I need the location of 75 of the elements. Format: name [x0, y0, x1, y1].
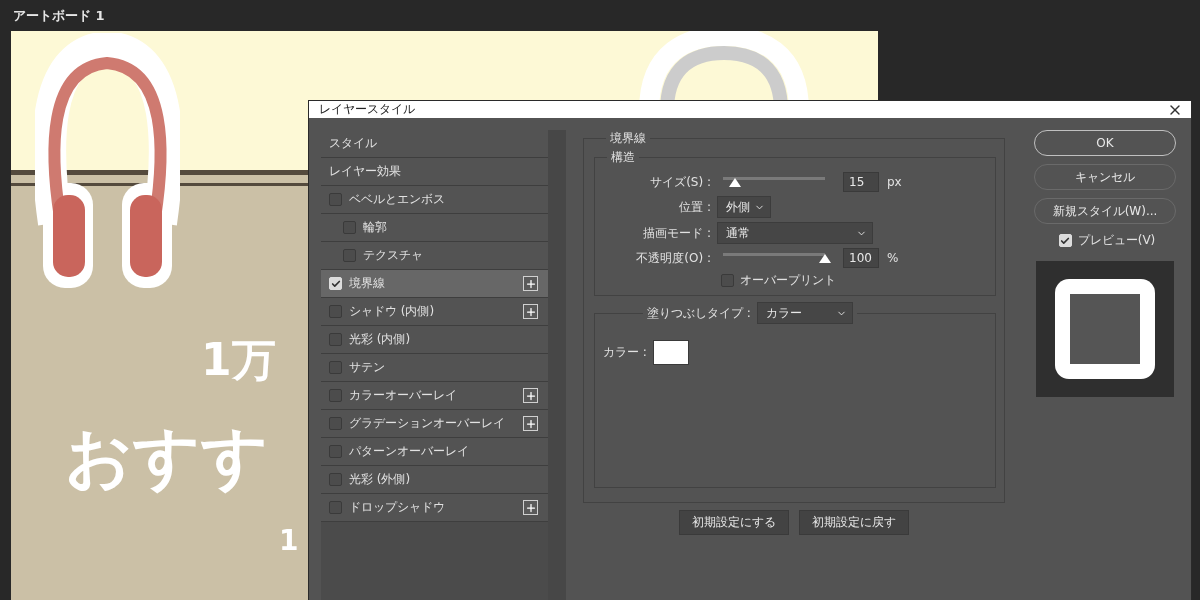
- checkbox[interactable]: [329, 417, 342, 430]
- style-list-item[interactable]: スタイル: [321, 130, 548, 158]
- checkbox[interactable]: [329, 361, 342, 374]
- checkbox[interactable]: [329, 305, 342, 318]
- group-title: 構造: [610, 149, 636, 166]
- effect-label: サテン: [349, 359, 386, 376]
- effect-label: 光彩 (内側): [349, 331, 412, 348]
- effect-list-item[interactable]: テクスチャ: [321, 242, 548, 270]
- checkbox[interactable]: [329, 473, 342, 486]
- checkbox[interactable]: [329, 501, 342, 514]
- effect-list-item[interactable]: 光彩 (外側): [321, 466, 548, 494]
- fill-type-dropdown[interactable]: カラー: [756, 302, 853, 324]
- effect-list-item[interactable]: グラデーションオーバーレイ: [321, 410, 548, 438]
- field-label: 位置 :: [678, 198, 711, 216]
- dialog-button[interactable]: 新規スタイル(W)...: [1034, 198, 1176, 224]
- stroke-preview-icon: [1055, 279, 1155, 379]
- effect-list-item[interactable]: シャドウ (内側): [321, 298, 548, 326]
- effect-label: ベベルとエンボス: [349, 191, 446, 208]
- unit-label: px: [887, 175, 902, 189]
- reset-button[interactable]: 初期設定にする: [679, 510, 789, 535]
- blend-mode-dropdown[interactable]: 通常: [717, 222, 873, 244]
- effect-label: テクスチャ: [363, 247, 424, 264]
- checkbox[interactable]: [329, 389, 342, 402]
- effect-list-item[interactable]: カラーオーバーレイ: [321, 382, 548, 410]
- effect-list-item[interactable]: 境界線: [321, 270, 548, 298]
- effect-label: カラーオーバーレイ: [349, 387, 458, 404]
- dialog-button[interactable]: キャンセル: [1034, 164, 1176, 190]
- add-icon[interactable]: [523, 276, 538, 291]
- add-icon[interactable]: [523, 388, 538, 403]
- checkbox-label: プレビュー(V): [1077, 232, 1156, 249]
- dialog-button[interactable]: OK: [1034, 130, 1176, 156]
- effect-list-item[interactable]: 光彩 (内側): [321, 326, 548, 354]
- add-icon[interactable]: [523, 500, 538, 515]
- effect-label: 境界線: [349, 275, 386, 292]
- effect-list-item[interactable]: ベベルとエンボス: [321, 186, 548, 214]
- effect-list-item[interactable]: パターンオーバーレイ: [321, 438, 548, 466]
- unit-label: %: [887, 251, 899, 265]
- effect-label: グラデーションオーバーレイ: [349, 415, 506, 432]
- effect-list-item[interactable]: ドロップシャドウ: [321, 494, 548, 522]
- effect-label: パターンオーバーレイ: [349, 443, 470, 460]
- add-icon[interactable]: [523, 416, 538, 431]
- opacity-input[interactable]: 100: [843, 248, 879, 268]
- position-dropdown[interactable]: 外側: [717, 196, 771, 218]
- effect-label: 輪郭: [363, 219, 388, 236]
- artboard-title: アートボード 1: [12, 6, 106, 25]
- checkbox[interactable]: [343, 249, 356, 262]
- scrollbar[interactable]: [548, 130, 566, 600]
- style-list-item[interactable]: レイヤー効果: [321, 158, 548, 186]
- color-swatch[interactable]: [652, 340, 689, 365]
- headline-text: 1: [279, 524, 299, 557]
- checkbox-label: オーバープリント: [740, 272, 836, 289]
- field-label: 描画モード :: [642, 224, 711, 242]
- group-title: 境界線: [609, 130, 647, 147]
- add-icon[interactable]: [523, 304, 538, 319]
- effect-list-item[interactable]: サテン: [321, 354, 548, 382]
- field-label: 塗りつぶしタイプ :: [647, 304, 751, 322]
- field-label: サイズ(S) :: [649, 173, 711, 191]
- effect-label: ドロップシャドウ: [349, 499, 446, 516]
- effect-label: シャドウ (内側): [349, 303, 436, 320]
- effect-label: 光彩 (外側): [349, 471, 412, 488]
- headline-text: おすす: [65, 418, 269, 498]
- reset-button[interactable]: 初期設定に戻す: [799, 510, 909, 535]
- slider-thumb[interactable]: [729, 178, 742, 187]
- checkbox[interactable]: [721, 274, 734, 287]
- effect-list-item[interactable]: 輪郭: [321, 214, 548, 242]
- field-label: 不透明度(O) :: [635, 249, 711, 267]
- field-label: カラー :: [603, 344, 647, 361]
- slider-thumb[interactable]: [819, 254, 831, 263]
- size-input[interactable]: 15: [843, 172, 879, 192]
- dialog-title: レイヤースタイル: [319, 101, 415, 118]
- checkbox[interactable]: [343, 221, 356, 234]
- checkbox[interactable]: [329, 193, 342, 206]
- checkbox[interactable]: [329, 333, 342, 346]
- checkbox[interactable]: [329, 445, 342, 458]
- headline-text: 1万: [201, 333, 276, 387]
